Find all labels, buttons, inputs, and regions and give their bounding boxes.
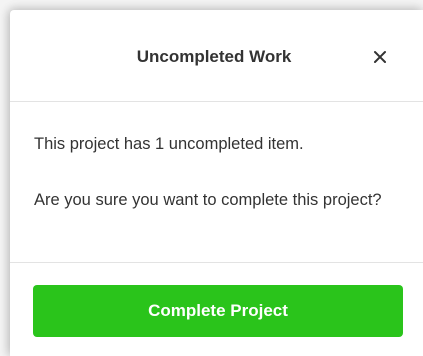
dialog-header: Uncompleted Work [10,10,423,102]
close-button[interactable] [362,43,398,71]
uncompleted-work-dialog: Uncompleted Work This project has 1 unco… [10,10,423,356]
confirm-question: Are you sure you want to complete this p… [34,191,382,209]
uncompleted-count-message: This project has 1 uncompleted item. [34,135,304,153]
dialog-body: This project has 1 uncompleted item. Are… [10,102,423,263]
close-icon [373,50,387,64]
complete-project-button[interactable]: Complete Project [33,285,403,337]
